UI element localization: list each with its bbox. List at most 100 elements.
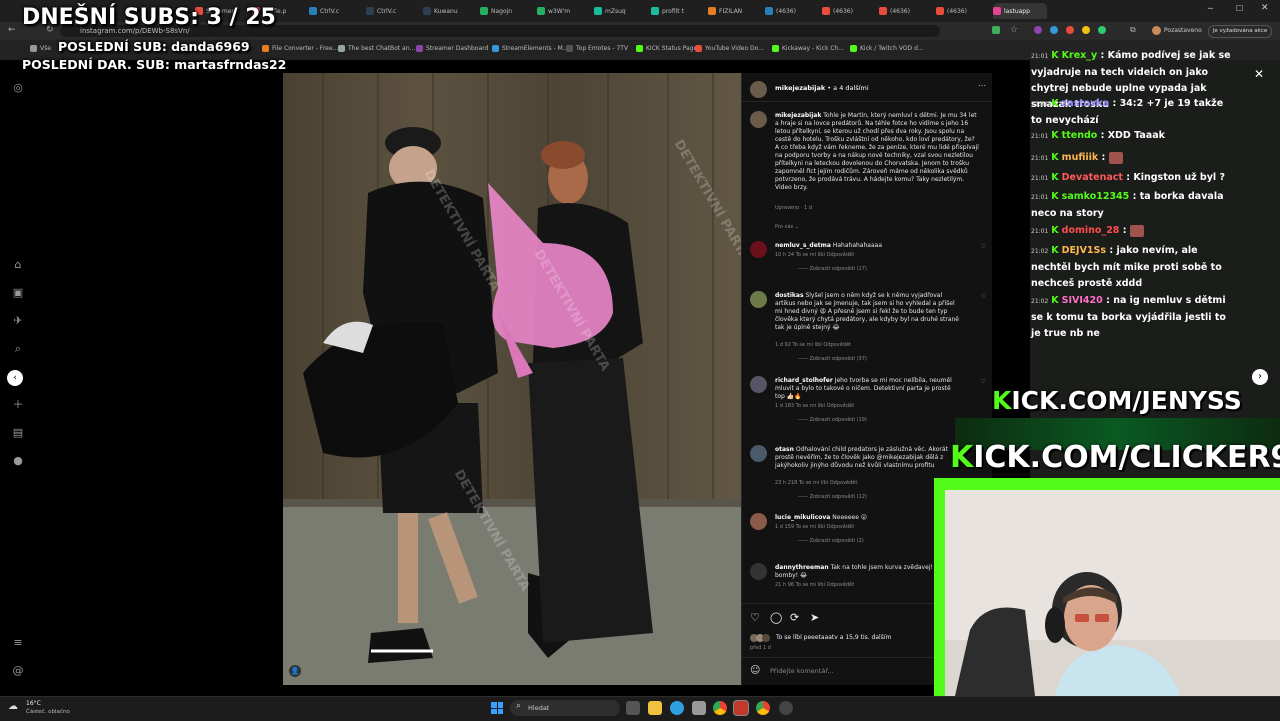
bookmark-item[interactable]: YouTube Video Do... <box>695 45 764 52</box>
reels-icon[interactable]: ▣ <box>11 286 25 300</box>
share-icon[interactable]: ➤ <box>810 611 819 624</box>
chat-username[interactable]: Devatenact <box>1062 172 1123 183</box>
comment-meta[interactable]: 23 h 218 To se mi líbí Odpovědět <box>775 480 857 486</box>
create-icon[interactable]: ＋ <box>11 398 25 412</box>
instagram-logo-icon[interactable]: ◎ <box>11 81 25 95</box>
browser-tab[interactable]: w3W'm <box>537 3 591 19</box>
extension-red-icon[interactable] <box>1066 26 1074 34</box>
chat-username[interactable]: mufiiik <box>1062 152 1099 163</box>
chat-username[interactable]: Krex_y <box>1062 50 1098 61</box>
author-username[interactable]: mikejezabijak <box>775 84 825 92</box>
comment-meta[interactable]: 1 d 159 To se mi líbí Odpovědět <box>775 524 854 530</box>
task-view-icon[interactable] <box>626 701 640 715</box>
for-you-dropdown[interactable]: Pro vás ⌄ <box>775 224 799 230</box>
comment-icon[interactable]: ◯ <box>770 611 782 624</box>
windows-start-icon[interactable] <box>491 702 503 714</box>
browser-tab[interactable]: (4636) <box>765 3 819 19</box>
chat-username[interactable]: samko12345 <box>1062 191 1130 202</box>
extension-icon[interactable] <box>992 26 1000 34</box>
search-nav-icon[interactable]: ⌕ <box>11 342 25 356</box>
browser-tab[interactable]: CtrlV.c <box>366 3 420 19</box>
weather-icon[interactable]: ☁ <box>8 701 18 712</box>
chat-username[interactable]: ttendo <box>1062 130 1098 141</box>
store-icon[interactable] <box>692 701 706 715</box>
sidepanel-icon[interactable]: ⧉ <box>1130 25 1136 35</box>
likers-avatars[interactable] <box>750 634 770 642</box>
comment-like-icon[interactable]: ♡ <box>981 293 986 300</box>
extension-purple-icon[interactable] <box>1034 26 1042 34</box>
menu-icon[interactable]: ≡ <box>11 636 25 650</box>
edge-icon[interactable] <box>670 701 684 715</box>
action-required-button[interactable]: Je vyžadována akce <box>1208 25 1272 38</box>
bookmark-item[interactable]: Vše <box>30 45 51 52</box>
extension-green-icon[interactable] <box>1098 26 1106 34</box>
maximize-icon[interactable]: ☐ <box>1236 4 1243 13</box>
browser-tab[interactable]: FIZILAN <box>708 3 762 19</box>
comment-avatar[interactable] <box>750 291 767 308</box>
chrome-icon[interactable] <box>713 701 727 715</box>
view-replies-link[interactable]: —— Zobrazit odpovědi (17) <box>798 266 867 272</box>
analytics-icon[interactable]: ▤ <box>11 426 25 440</box>
repost-icon[interactable]: ⟳ <box>790 611 799 624</box>
comment-avatar[interactable] <box>750 563 767 580</box>
browser-tab[interactable]: Nagojn <box>480 3 534 19</box>
comment-username[interactable]: lucie_mikulicova <box>775 514 830 521</box>
comment-username[interactable]: otasn <box>775 446 794 453</box>
app-icon[interactable] <box>779 701 793 715</box>
messages-icon[interactable]: ✈ <box>11 314 25 328</box>
browser-tab[interactable]: (4636) <box>879 3 933 19</box>
view-replies-link[interactable]: —— Zobrazit odpovědi (37) <box>798 356 867 362</box>
modal-close-icon[interactable]: ✕ <box>1254 67 1264 81</box>
browser-tab[interactable]: mZsuq <box>594 3 648 19</box>
bookmark-item[interactable]: StreamElements - M... <box>492 45 569 52</box>
bookmark-item[interactable]: Kick / Twitch VOD d... <box>850 45 924 52</box>
comment-meta[interactable]: 1 d 183 To se mi líbí Odpovědět <box>775 403 854 409</box>
comment-meta[interactable]: 10 h 24 To se mi líbí Odpovědět <box>775 252 854 258</box>
comment-avatar[interactable] <box>750 376 767 393</box>
comment-like-icon[interactable]: ♡ <box>981 243 986 250</box>
likes-text[interactable]: To se líbí peeetaaatv a 15,9 tis. dalším <box>776 634 891 641</box>
comment-avatar[interactable] <box>750 241 767 258</box>
chat-username[interactable]: DEJV1Ss <box>1062 245 1106 256</box>
prev-post-button[interactable]: ‹ <box>7 370 23 386</box>
bookmark-item[interactable]: File Converter - Free... <box>262 45 338 52</box>
comment-input[interactable]: Přidejte komentář... <box>770 667 834 675</box>
more-options-icon[interactable]: ⋯ <box>978 81 986 90</box>
view-replies-link[interactable]: —— Zobrazit odpovědi (19) <box>798 417 867 423</box>
chat-username[interactable]: zastavka <box>1062 98 1109 109</box>
like-icon[interactable]: ♡ <box>750 611 760 624</box>
browser-tab[interactable]: (4636) <box>936 3 990 19</box>
weather-desc[interactable]: Částeč. oblačno <box>26 709 70 715</box>
chat-username[interactable]: domino_28 <box>1062 225 1120 236</box>
next-post-button[interactable]: › <box>1252 369 1268 385</box>
tagged-users-icon[interactable]: 👤 <box>289 665 301 677</box>
chat-username[interactable]: SIVI420 <box>1062 295 1103 306</box>
file-explorer-icon[interactable] <box>648 701 662 715</box>
comment-username[interactable]: nemluv_s_detma <box>775 242 831 249</box>
profile-nav-icon[interactable]: ● <box>11 454 25 468</box>
collab-suffix[interactable]: a 4 dalšími <box>833 84 869 92</box>
browser-tab[interactable]: Kuwanu <box>423 3 477 19</box>
window-close-icon[interactable]: ✕ <box>1261 3 1269 13</box>
browser-tab[interactable]: profilt t <box>651 3 705 19</box>
back-icon[interactable]: ← <box>8 25 16 35</box>
obs-icon[interactable] <box>733 700 749 716</box>
comment-avatar[interactable] <box>750 445 767 462</box>
comment-username[interactable]: richard_stolhofer <box>775 377 833 384</box>
threads-icon[interactable]: @ <box>11 664 25 678</box>
browser-tab[interactable]: CtrlV.c <box>309 3 363 19</box>
bookmark-item[interactable]: The best ChatBot an... <box>338 45 415 52</box>
comment-like-icon[interactable]: ♡ <box>981 378 986 385</box>
bookmark-item[interactable]: Kickaway - Kick Ch... <box>772 45 844 52</box>
extension-yellow-icon[interactable] <box>1082 26 1090 34</box>
comment-username[interactable]: dostikas <box>775 292 804 299</box>
comment-meta[interactable]: 1 d 92 To se mi líbí Odpovědět <box>775 342 851 348</box>
extension-blue-icon[interactable] <box>1050 26 1058 34</box>
home-icon[interactable]: ⌂ <box>11 258 25 272</box>
weather-temp[interactable]: 16°C <box>26 700 41 707</box>
emoji-icon[interactable]: ☺ <box>750 665 760 676</box>
comment-avatar[interactable] <box>750 513 767 530</box>
browser-tab[interactable]: lastuapp <box>993 3 1047 19</box>
chrome-profile-icon[interactable] <box>756 701 770 715</box>
bookmark-item[interactable]: KICK Status Page <box>636 45 697 52</box>
